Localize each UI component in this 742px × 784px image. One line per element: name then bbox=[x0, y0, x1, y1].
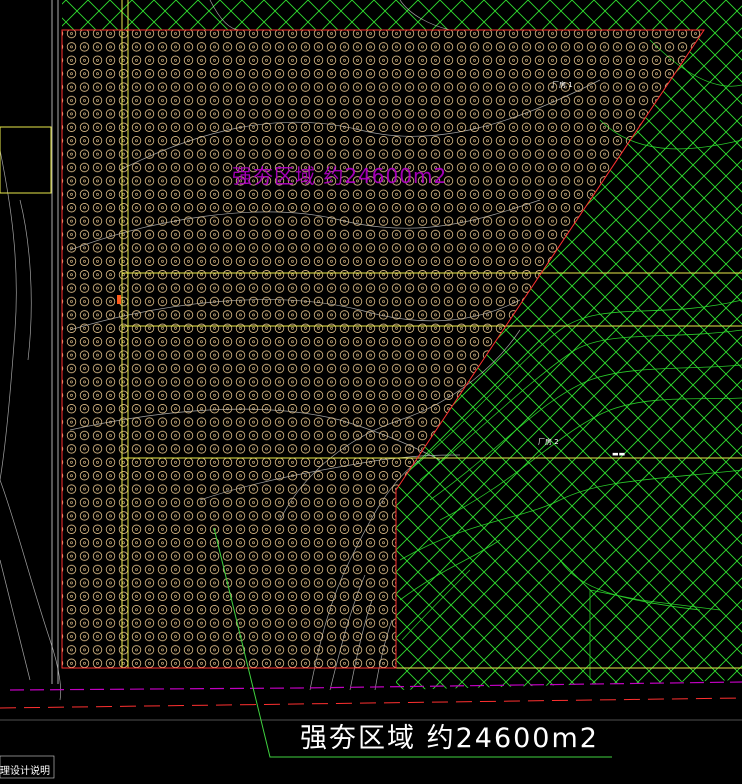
design-notes-label[interactable]: 理设计说明 bbox=[0, 762, 50, 777]
boundary-marker bbox=[117, 295, 121, 304]
road-dashed-lines bbox=[0, 681, 742, 721]
cad-drawing-canvas[interactable] bbox=[0, 0, 742, 784]
building-note-3: ▬▬ bbox=[612, 450, 626, 458]
area-label-ghost: 强夯区域 约24600m2 bbox=[232, 164, 448, 188]
building-note-2: 厂房 2 bbox=[538, 438, 559, 446]
area-label[interactable]: 强夯区域 约24600m2 bbox=[300, 716, 599, 755]
building-note-1: 厂房 1 bbox=[552, 81, 573, 89]
left-terrain-lines bbox=[51, 0, 59, 684]
